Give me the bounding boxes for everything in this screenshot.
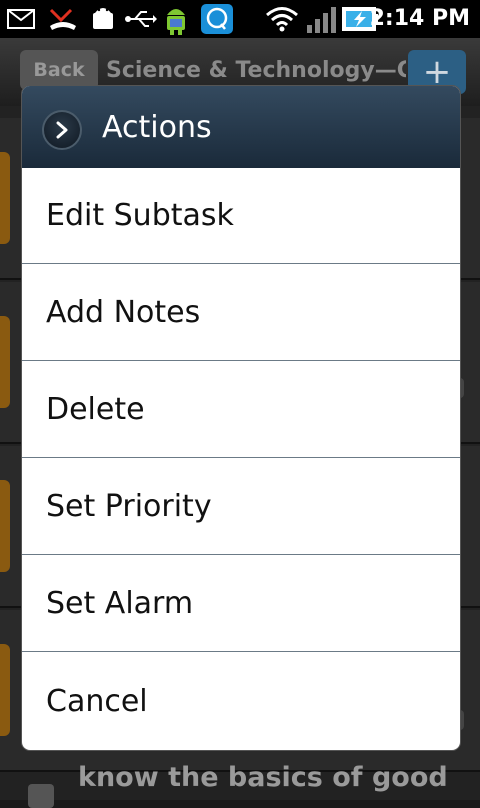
android-debug-icon xyxy=(88,4,118,34)
app-title: Science & Technology—Cri xyxy=(106,58,406,83)
priority-tab xyxy=(0,316,10,408)
android-mascot-icon xyxy=(160,4,192,35)
priority-tab xyxy=(0,480,10,572)
dialog-header: Actions xyxy=(22,86,460,168)
menu-item-set-priority[interactable]: Set Priority xyxy=(22,459,460,555)
chat-app-icon xyxy=(200,4,234,34)
wifi-icon xyxy=(264,4,300,34)
task-checkbox[interactable] xyxy=(28,784,54,808)
status-bar: 2:14 PM xyxy=(0,0,480,38)
priority-tab xyxy=(0,644,10,736)
email-icon xyxy=(6,4,36,34)
usb-icon xyxy=(124,4,158,34)
priority-tab xyxy=(0,152,10,244)
menu-item-set-alarm[interactable]: Set Alarm xyxy=(22,556,460,652)
menu-item-delete[interactable]: Delete xyxy=(22,362,460,458)
back-button[interactable]: Back xyxy=(20,50,98,90)
menu-item-add-notes[interactable]: Add Notes xyxy=(22,265,460,361)
actions-dialog: Actions Edit Subtask Add Notes Delete Se… xyxy=(22,86,460,750)
dialog-title: Actions xyxy=(102,110,212,145)
menu-item-cancel[interactable]: Cancel xyxy=(22,653,460,749)
signal-icon xyxy=(304,4,340,34)
chevron-right-icon xyxy=(42,110,82,150)
status-time: 2:14 PM xyxy=(369,6,470,31)
missed-call-icon xyxy=(46,4,80,34)
menu-item-edit-subtask[interactable]: Edit Subtask xyxy=(22,168,460,264)
task-title: know the basics of good xyxy=(78,762,448,793)
